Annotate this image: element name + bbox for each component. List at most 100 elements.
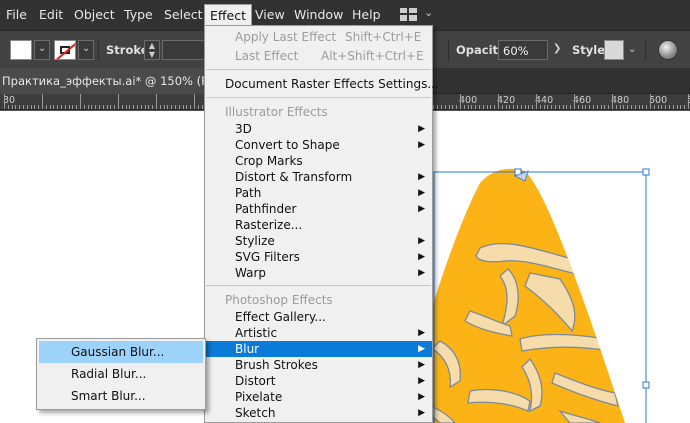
ruler-tick [84, 105, 85, 109]
ruler-tick [171, 105, 172, 109]
ruler-tick [658, 105, 659, 109]
menu-item-3d[interactable]: 3D ▶ [205, 121, 432, 137]
ruler-tick [559, 105, 560, 109]
ruler-tick [566, 105, 567, 109]
submenu-arrow-icon: ▶ [418, 236, 425, 246]
ruler-tick [642, 105, 643, 109]
menu-effect[interactable]: Effect [204, 4, 252, 26]
stroke-weight-stepper[interactable]: ▲ ▼ [144, 40, 160, 60]
menu-item-label: Artistic [235, 326, 278, 340]
menu-item-label: Rasterize... [235, 218, 303, 232]
ruler-tick [509, 105, 510, 109]
menu-item-stylize[interactable]: Stylize ▶ [205, 233, 432, 249]
ruler-tick [57, 105, 58, 109]
menu-item-document-raster-effects-settings[interactable]: Document Raster Effects Settings... [205, 76, 439, 92]
menu-item-brush-strokes[interactable]: Brush Strokes ▶ [205, 357, 432, 373]
submenu-arrow-icon: ▶ [418, 188, 425, 198]
menu-item-label: Distort [235, 374, 276, 388]
menu-select[interactable]: Select [164, 7, 203, 22]
ruler-tick [437, 105, 438, 109]
menu-item-svg-filters[interactable]: SVG Filters ▶ [205, 249, 432, 265]
menu-object[interactable]: Object [74, 7, 115, 22]
menu-item-pathfinder[interactable]: Pathfinder ▶ [205, 201, 432, 217]
menu-item-label: 3D [235, 122, 252, 136]
menu-item-label: Last Effect [235, 49, 299, 63]
submenu-item-radial-blur[interactable]: Radial Blur... [39, 363, 203, 385]
menu-item-distort-transform[interactable]: Distort & Transform ▶ [205, 169, 432, 185]
menu-item-rasterize[interactable]: Rasterize... [205, 217, 432, 233]
ruler-tick [110, 105, 111, 109]
menu-item-apply-last-effect[interactable]: Apply Last Effect Shift+Ctrl+E [205, 29, 432, 45]
menu-divider [206, 69, 431, 70]
ruler-tick [620, 105, 621, 109]
submenu-arrow-icon: ▶ [418, 140, 425, 150]
submenu-arrow-icon: ▶ [418, 268, 425, 278]
ruler-tick [53, 105, 54, 109]
stroke-swatch[interactable] [54, 40, 76, 60]
workspace-layout-icon[interactable] [400, 8, 417, 21]
menu-item-label: Convert to Shape [235, 138, 340, 152]
ruler-tick [72, 105, 73, 109]
submenu-arrow-icon: ▶ [418, 328, 425, 338]
document-tab[interactable]: Практика_эффекты.ai* @ 150% (RGB/G [0, 68, 210, 94]
menu-item-convert-to-shape[interactable]: Convert to Shape ▶ [205, 137, 432, 153]
chevron-down-icon[interactable]: ⌄ [424, 6, 433, 19]
menu-item-crop-marks[interactable]: Crop Marks [205, 153, 432, 169]
menu-item-label: Crop Marks [235, 154, 303, 168]
menu-type[interactable]: Type [124, 7, 153, 22]
fill-swatch[interactable] [10, 40, 32, 60]
chevron-down-icon[interactable]: ⌄ [628, 44, 636, 55]
menu-edit[interactable]: Edit [39, 7, 63, 22]
menu-file[interactable]: File [6, 7, 27, 22]
submenu-arrow-icon: ▶ [418, 204, 425, 214]
menu-item-pixelate[interactable]: Pixelate ▶ [205, 389, 432, 405]
blur-submenu: Gaussian Blur... Radial Blur... Smart Blur… [36, 338, 206, 410]
submenu-item-gaussian-blur[interactable]: Gaussian Blur... [39, 341, 203, 363]
menu-help[interactable]: Help [352, 7, 381, 22]
ruler-tick [148, 105, 149, 109]
ruler-tick [528, 105, 529, 109]
submenu-item-label: Smart Blur... [71, 389, 146, 403]
ruler-tick [50, 105, 51, 109]
menu-item-path[interactable]: Path ▶ [205, 185, 432, 201]
ruler-tick [513, 105, 514, 109]
ruler-tick [669, 105, 670, 109]
menu-item-artistic[interactable]: Artistic ▶ [205, 325, 432, 341]
menu-item-last-effect[interactable]: Last Effect Alt+Shift+Ctrl+E [205, 48, 432, 64]
stroke-dropdown[interactable]: ⌄ [78, 40, 94, 60]
ruler-tick [183, 105, 184, 109]
fill-dropdown[interactable]: ⌄ [34, 40, 50, 60]
opacity-field[interactable]: 60% [498, 40, 548, 60]
ruler-tick [650, 94, 651, 109]
menu-item-label: SVG Filters [235, 250, 300, 264]
ruler-tick [91, 105, 92, 109]
menu-item-label: Pixelate [235, 390, 283, 404]
menu-item-warp[interactable]: Warp ▶ [205, 265, 432, 281]
ruler-tick [8, 105, 9, 109]
ruler-tick [483, 105, 484, 109]
menu-item-label: Brush Strokes [235, 358, 318, 372]
menu-view[interactable]: View [255, 7, 285, 22]
style-swatch[interactable] [604, 40, 624, 60]
recolor-artwork-icon[interactable] [658, 40, 678, 60]
ruler-tick [141, 105, 142, 109]
menu-item-sketch[interactable]: Sketch ▶ [205, 405, 432, 421]
submenu-item-smart-blur[interactable]: Smart Blur... [39, 385, 203, 407]
ruler-tick [95, 105, 96, 109]
menu-item-label: Sketch [235, 406, 276, 420]
ruler-tick [160, 105, 161, 109]
menu-item-blur[interactable]: Blur ▶ [205, 341, 432, 357]
opacity-chevron-icon[interactable]: ❯ [553, 43, 561, 54]
ruler-tick [445, 105, 446, 109]
ruler-tick [31, 105, 32, 109]
ruler-tick [540, 105, 541, 109]
ruler-tick [475, 105, 476, 109]
menu-window[interactable]: Window [294, 7, 343, 22]
none-slash-icon [55, 41, 75, 59]
menu-item-distort[interactable]: Distort ▶ [205, 373, 432, 389]
stroke-weight-field[interactable] [162, 40, 206, 60]
menu-item-label: Pathfinder [235, 202, 297, 216]
submenu-arrow-icon: ▶ [418, 392, 425, 402]
ruler-tick [441, 105, 442, 109]
menu-item-effect-gallery[interactable]: Effect Gallery... [205, 309, 432, 325]
